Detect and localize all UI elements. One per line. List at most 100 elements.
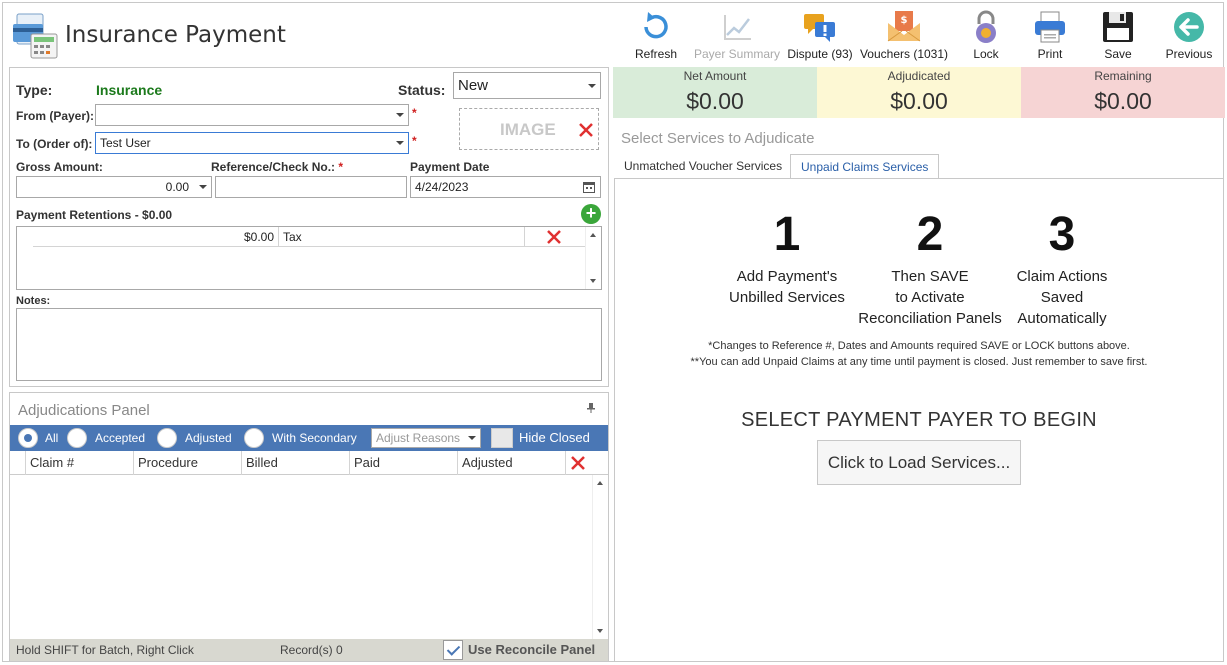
plus-icon: + <box>585 203 597 223</box>
adjust-reasons-placeholder: Adjust Reasons <box>376 431 461 445</box>
back-arrow-icon <box>1174 12 1204 42</box>
step-3-line3: Automatically <box>1017 310 1107 327</box>
select-payer-prompt: SELECT PAYMENT PAYER TO BEGIN <box>741 409 1097 431</box>
pin-icon[interactable] <box>586 403 596 413</box>
status-select-value: New <box>458 77 489 94</box>
load-services-button[interactable]: Click to Load Services... <box>817 440 1021 485</box>
scroll-down-icon[interactable] <box>597 629 603 633</box>
printer-icon <box>1035 11 1065 43</box>
payment-form-panel: Type: Insurance Status: New From (Payer)… <box>9 67 609 387</box>
column-billed[interactable]: Billed <box>242 451 350 475</box>
services-section-title: Select Services to Adjudicate <box>621 130 815 147</box>
column-adjusted[interactable]: Adjusted <box>458 451 566 475</box>
net-amount-label: Net Amount <box>683 69 747 83</box>
step-3-line1: Claim Actions <box>1016 268 1108 285</box>
window-frame: Insurance Payment Refresh Payer Summary <box>2 2 1227 662</box>
scroll-up-icon[interactable] <box>597 481 603 485</box>
retention-description[interactable]: Tax <box>279 227 525 247</box>
dispute-button[interactable]: Dispute (93) <box>775 7 865 65</box>
payer-summary-label: Payer Summary <box>693 47 781 61</box>
status-select[interactable]: New <box>453 72 601 99</box>
scroll-up-icon[interactable] <box>590 233 596 237</box>
remaining-tile: Remaining $0.00 <box>1021 67 1225 118</box>
refresh-button[interactable]: Refresh <box>611 7 701 65</box>
adjudicated-value: $0.00 <box>890 88 948 114</box>
adjust-reasons-select[interactable]: Adjust Reasons <box>371 428 481 448</box>
column-claim[interactable]: Claim # <box>26 451 134 475</box>
remove-image-icon[interactable] <box>578 122 594 138</box>
hide-closed-checkbox[interactable] <box>491 428 513 448</box>
notes-label: Notes: <box>16 295 51 307</box>
page-title: Insurance Payment <box>65 22 286 48</box>
status-label: Status: <box>398 82 446 98</box>
delete-x-icon <box>547 230 561 244</box>
adjudicated-label: Adjudicated <box>887 69 951 83</box>
scroll-down-icon[interactable] <box>590 279 596 283</box>
column-procedure[interactable]: Procedure <box>134 451 242 475</box>
filter-accepted-radio[interactable] <box>67 428 87 448</box>
dispute-label: Dispute (93) <box>787 47 853 61</box>
unpaid-claims-note: **You can add Unpaid Claims at any time … <box>690 356 1148 368</box>
payer-summary-button[interactable]: Payer Summary <box>692 7 782 65</box>
voucher-envelope-icon: $ <box>887 11 921 42</box>
tab-unmatched-voucher-services[interactable]: Unmatched Voucher Services <box>614 154 792 179</box>
gross-amount-input[interactable]: 0.00 <box>16 176 212 198</box>
retentions-label: Payment Retentions - $0.00 <box>16 208 173 222</box>
filter-accepted-label[interactable]: Accepted <box>95 431 145 445</box>
retention-row[interactable]: $0.00 Tax <box>33 227 585 247</box>
from-payer-select[interactable] <box>95 104 409 126</box>
payment-date-label: Payment Date <box>410 160 490 174</box>
retention-amount[interactable]: $0.00 <box>33 227 279 247</box>
vouchers-button[interactable]: $ Vouchers (1031) <box>859 7 949 65</box>
retentions-scrollbar[interactable] <box>585 227 601 289</box>
step-1-line2: Unbilled Services <box>729 289 845 306</box>
filter-secondary-radio[interactable] <box>244 428 264 448</box>
type-label: Type: <box>16 82 53 98</box>
add-retention-button[interactable]: + <box>581 204 601 224</box>
remaining-label: Remaining <box>1094 69 1152 83</box>
tab-unpaid-claims-services[interactable]: Unpaid Claims Services <box>790 154 940 179</box>
reference-input[interactable] <box>215 176 407 198</box>
calendar-icon[interactable] <box>583 181 595 193</box>
step-3-text: Claim Actions Saved Automatically <box>982 266 1142 329</box>
reference-label-text: Reference/Check No.: <box>211 160 336 174</box>
notes-textarea[interactable] <box>16 308 602 381</box>
type-value: Insurance <box>96 82 163 98</box>
adjudications-scrollbar[interactable] <box>592 475 608 639</box>
lock-icon <box>976 10 996 43</box>
net-amount-value: $0.00 <box>686 88 744 114</box>
services-content: 1 Add Payment's Unbilled Services 2 Then… <box>614 178 1224 662</box>
step-1-line1: Add Payment's <box>736 268 838 285</box>
payment-summary: Net Amount $0.00 Adjudicated $0.00 Remai… <box>613 67 1225 118</box>
adjudications-column-header: Claim # Procedure Billed Paid Adjusted <box>10 451 608 475</box>
adjudications-panel: Adjudications Panel All Accepted Adjuste… <box>9 392 609 662</box>
to-order-value: Test User <box>100 136 151 150</box>
to-order-select[interactable]: Test User <box>95 132 409 154</box>
save-lock-note: *Changes to Reference #, Dates and Amoun… <box>708 340 1130 352</box>
required-marker: * <box>338 160 344 174</box>
payment-date-input[interactable]: 4/24/2023 <box>410 176 601 198</box>
filter-all-radio[interactable] <box>18 428 38 448</box>
delete-retention-button[interactable] <box>525 227 585 247</box>
column-paid[interactable]: Paid <box>350 451 458 475</box>
chevron-down-icon <box>199 185 207 189</box>
svg-text:$: $ <box>901 15 908 26</box>
filter-adjusted-label[interactable]: Adjusted <box>185 431 232 445</box>
filter-all-label[interactable]: All <box>45 431 58 445</box>
filter-secondary-label[interactable]: With Secondary <box>272 431 357 445</box>
check-image-dropzone[interactable]: IMAGE <box>459 108 599 150</box>
step-3-number: 3 <box>1048 208 1076 261</box>
use-reconcile-checkbox[interactable] <box>443 640 463 660</box>
save-disk-icon <box>1103 12 1133 42</box>
hide-closed-label[interactable]: Hide Closed <box>519 430 590 445</box>
delete-x-icon[interactable] <box>570 455 586 471</box>
use-reconcile-label[interactable]: Use Reconcile Panel <box>468 642 595 657</box>
step-1-number: 1 <box>773 208 801 261</box>
chevron-down-icon <box>396 113 404 117</box>
previous-button[interactable]: Previous <box>1144 7 1227 65</box>
filter-adjusted-radio[interactable] <box>157 428 177 448</box>
payment-date-value: 4/24/2023 <box>415 180 469 194</box>
chevron-down-icon <box>468 436 476 440</box>
retentions-grid: $0.00 Tax <box>16 226 602 290</box>
refresh-label: Refresh <box>634 47 678 61</box>
